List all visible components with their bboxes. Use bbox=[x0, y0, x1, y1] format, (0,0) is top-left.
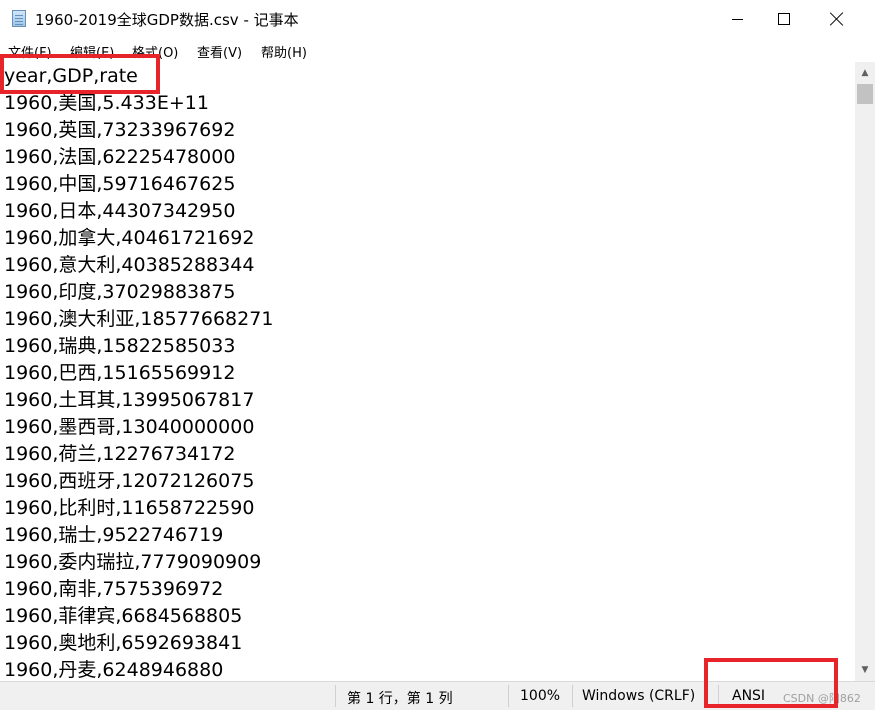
text-line: 1960,意大利,40385288344 bbox=[4, 254, 255, 276]
text-line: 1960,加拿大,40461721692 bbox=[4, 227, 255, 249]
text-line: 1960,奥地利,6592693841 bbox=[4, 632, 243, 654]
scroll-down-icon[interactable]: ▼ bbox=[855, 661, 875, 679]
scroll-up-icon[interactable]: ▲ bbox=[855, 64, 875, 82]
zoom-level: 100% bbox=[520, 688, 561, 704]
scrollbar-thumb[interactable] bbox=[857, 84, 873, 104]
text-line: 1960,墨西哥,13040000000 bbox=[4, 416, 255, 438]
text-line: 1960,丹麦,6248946880 bbox=[4, 659, 224, 681]
vertical-scrollbar[interactable]: ▲ ▼ bbox=[855, 62, 875, 681]
status-divider bbox=[335, 685, 336, 707]
text-line: 1960,荷兰,12276734172 bbox=[4, 443, 236, 465]
text-line: 1960,澳大利亚,18577668271 bbox=[4, 308, 274, 330]
menu-bar: 文件(F) 编辑(E) 格式(O) 查看(V) 帮助(H) bbox=[0, 38, 875, 62]
encoding-label: ANSI bbox=[732, 688, 766, 704]
watermark: CSDN @阳862 bbox=[783, 692, 861, 705]
notepad-icon bbox=[12, 10, 26, 27]
text-line: 1960,西班牙,12072126075 bbox=[4, 470, 255, 492]
text-line: 1960,瑞典,15822585033 bbox=[4, 335, 236, 357]
close-icon bbox=[830, 12, 844, 26]
line-ending: Windows (CRLF) bbox=[582, 688, 696, 704]
text-line: 1960,法国,62225478000 bbox=[4, 146, 236, 168]
maximize-button[interactable] bbox=[761, 0, 807, 38]
text-line: 1960,巴西,15165569912 bbox=[4, 362, 236, 384]
minimize-button[interactable] bbox=[714, 0, 760, 38]
text-line: year,GDP,rate bbox=[4, 65, 138, 87]
text-line: 1960,南非,7575396972 bbox=[4, 578, 224, 600]
title-bar: 1960-2019全球GDP数据.csv - 记事本 bbox=[0, 0, 875, 38]
text-line: 1960,土耳其,13995067817 bbox=[4, 389, 255, 411]
menu-file[interactable]: 文件(F) bbox=[8, 42, 52, 61]
text-line: 1960,菲律宾,6684568805 bbox=[4, 605, 243, 627]
window-title: 1960-2019全球GDP数据.csv - 记事本 bbox=[35, 11, 299, 29]
close-button[interactable] bbox=[814, 0, 860, 38]
text-line: 1960,委内瑞拉,7779090909 bbox=[4, 551, 262, 573]
text-line: 1960,中国,59716467625 bbox=[4, 173, 236, 195]
cursor-position: 第 1 行，第 1 列 bbox=[347, 691, 453, 707]
menu-edit[interactable]: 编辑(E) bbox=[70, 42, 114, 61]
menu-format[interactable]: 格式(O) bbox=[132, 42, 178, 61]
status-divider bbox=[508, 685, 509, 707]
text-line: 1960,瑞士,9522746719 bbox=[4, 524, 224, 546]
text-line: 1960,比利时,11658722590 bbox=[4, 497, 255, 519]
text-line: 1960,日本,44307342950 bbox=[4, 200, 236, 222]
minimize-icon bbox=[731, 18, 743, 20]
status-bar: 第 1 行，第 1 列 100% Windows (CRLF) ANSI CSD… bbox=[0, 681, 875, 710]
maximize-icon bbox=[778, 13, 790, 25]
status-divider bbox=[718, 685, 719, 707]
text-line: 1960,美国,5.433E+11 bbox=[4, 92, 209, 114]
text-editor[interactable]: year,GDP,rate 1960,美国,5.433E+11 1960,英国,… bbox=[0, 62, 855, 681]
text-line: 1960,印度,37029883875 bbox=[4, 281, 236, 303]
text-line: 1960,英国,73233967692 bbox=[4, 119, 236, 141]
status-divider bbox=[572, 685, 573, 707]
menu-view[interactable]: 查看(V) bbox=[197, 42, 242, 61]
menu-help[interactable]: 帮助(H) bbox=[261, 42, 307, 61]
